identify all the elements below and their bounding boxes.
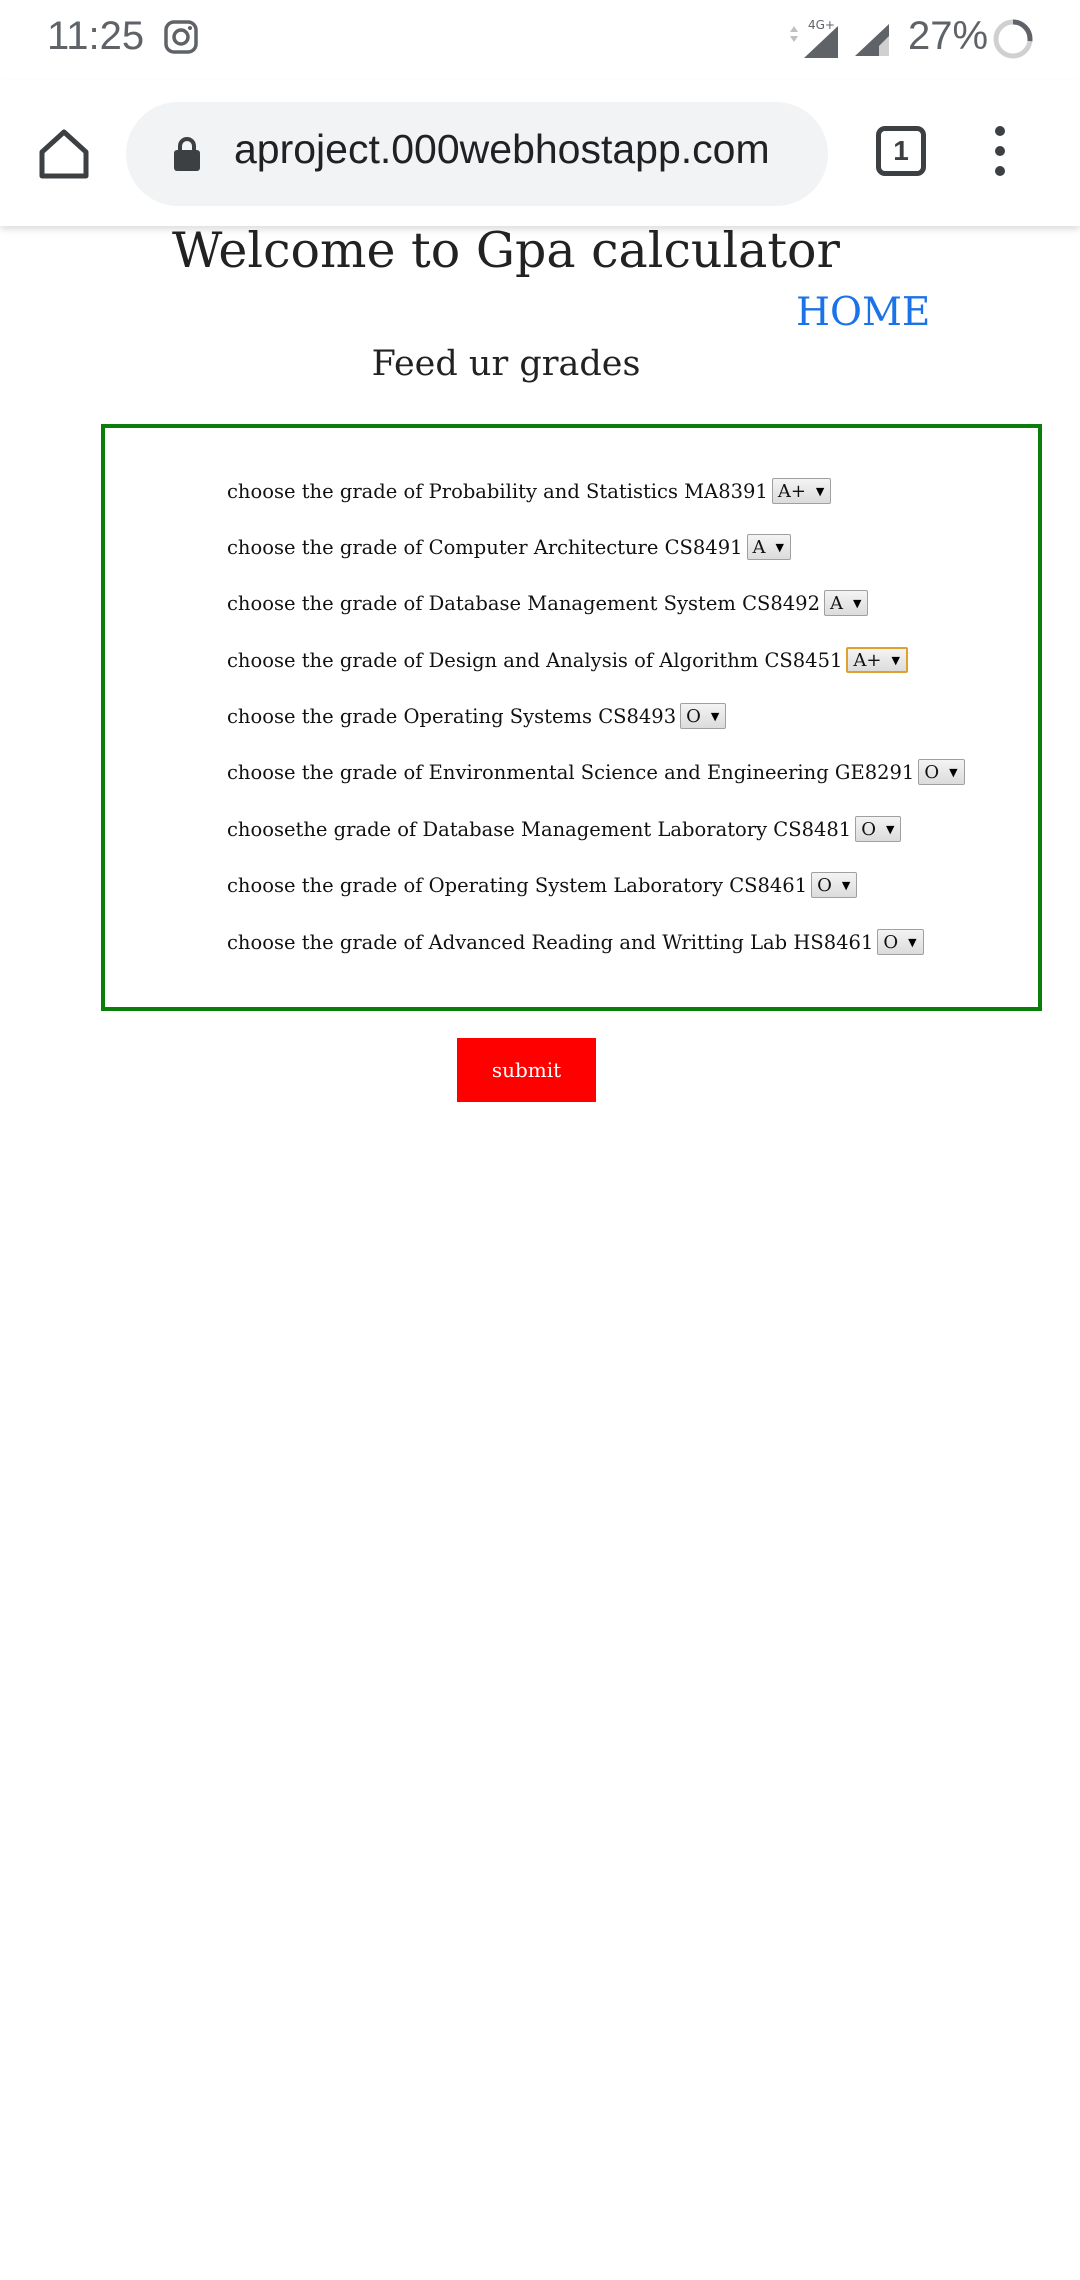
chevron-down-icon: ▼	[815, 484, 825, 498]
grade-label: choose the grade of Database Management …	[227, 591, 820, 615]
grade-value: A+	[777, 480, 806, 502]
subtitle: Feed ur grades	[371, 344, 641, 384]
grade-value: O	[861, 818, 876, 840]
battery-percent: 27%	[908, 14, 989, 58]
chevron-down-icon: ▼	[841, 878, 851, 892]
signal-icon-secondary	[855, 24, 889, 56]
grade-value: A+	[853, 649, 882, 671]
grade-row: choose the grade of Probability and Stat…	[227, 476, 832, 506]
grade-value: O	[924, 761, 940, 783]
grade-select[interactable]: O ▼	[918, 759, 965, 785]
chevron-down-icon: ▼	[885, 822, 895, 836]
grade-row: choose the grade of Operating System Lab…	[227, 870, 858, 900]
battery-icon	[993, 19, 1033, 59]
grade-label: choose the grade of Advanced Reading and…	[227, 930, 874, 954]
grade-label: choose the grade of Operating System Lab…	[227, 873, 808, 897]
grade-row: choose the grade of Advanced Reading and…	[227, 927, 924, 957]
signal-icon: 4G+	[790, 18, 838, 58]
grade-label: choosethe grade of Database Management L…	[227, 817, 852, 841]
grade-value: O	[817, 874, 832, 896]
submit-button[interactable]: submit	[457, 1038, 596, 1102]
browser-toolbar: aproject.000webhostapp.com 1	[0, 80, 1080, 226]
clock: 11:25	[47, 14, 145, 58]
page-title: Welcome to Gpa calculator	[172, 222, 840, 279]
address-bar[interactable]: aproject.000webhostapp.com	[126, 102, 828, 206]
grade-label: choose the grade of Probability and Stat…	[227, 479, 768, 503]
chevron-down-icon: ▼	[908, 935, 917, 949]
instagram-icon	[164, 20, 198, 54]
chevron-down-icon: ▼	[949, 765, 958, 779]
grade-row: choosethe grade of Database Management L…	[227, 814, 902, 844]
grade-select[interactable]: A ▼	[824, 590, 869, 616]
status-bar: 11:25 4G+ 27%	[0, 0, 1080, 80]
grades-form: choose the grade of Probability and Stat…	[101, 424, 1042, 1011]
grade-value: A	[752, 536, 766, 558]
grade-value: O	[883, 931, 899, 953]
home-icon[interactable]	[36, 126, 92, 182]
grade-label: choose the grade of Environmental Scienc…	[227, 760, 915, 784]
grade-row: choose the grade of Design and Analysis …	[227, 645, 908, 675]
home-link[interactable]: HOME	[796, 290, 930, 335]
chevron-down-icon: ▼	[710, 709, 720, 723]
grade-select[interactable]: A+ ▼	[771, 478, 832, 504]
grade-label: choose the grade of Design and Analysis …	[227, 648, 843, 672]
network-type-label: 4G+	[808, 18, 835, 32]
chevron-down-icon: ▼	[775, 540, 784, 554]
grade-row: choose the grade Operating Systems CS849…	[227, 701, 727, 731]
chevron-down-icon: ▼	[853, 596, 862, 610]
grade-value: O	[686, 705, 701, 727]
grade-value: A	[830, 592, 843, 614]
grade-label: choose the grade Operating Systems CS849…	[227, 704, 677, 728]
tabs-icon[interactable]: 1	[876, 126, 926, 176]
url-text[interactable]: aproject.000webhostapp.com	[234, 126, 770, 173]
grade-select[interactable]: O ▼	[680, 703, 727, 729]
grade-row: choose the grade of Computer Architectur…	[227, 532, 791, 562]
grade-select[interactable]: O ▼	[811, 872, 858, 898]
grade-label: choose the grade of Computer Architectur…	[227, 535, 743, 559]
more-menu-icon[interactable]	[990, 126, 1010, 182]
grade-row: choose the grade of Database Management …	[227, 588, 869, 618]
grade-select[interactable]: O ▼	[877, 929, 924, 955]
chevron-down-icon: ▼	[891, 653, 900, 667]
grade-select[interactable]: A+ ▼	[846, 647, 908, 673]
lock-icon[interactable]	[172, 136, 202, 172]
grade-row: choose the grade of Environmental Scienc…	[227, 757, 965, 787]
grade-select[interactable]: O ▼	[855, 816, 902, 842]
grade-select[interactable]: A ▼	[746, 534, 791, 560]
